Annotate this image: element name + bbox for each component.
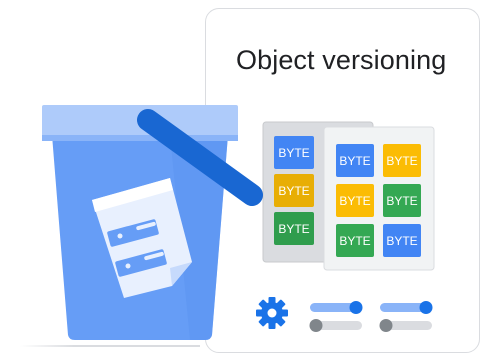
gear-icon [256, 297, 288, 329]
illustration-stage: Object versioning BYTE BYTE BYTE BYTE BY… [0, 0, 488, 359]
byte-tile: BYTE [336, 184, 374, 217]
toggle-switch-icon [309, 301, 433, 332]
byte-tile: BYTE [336, 144, 374, 177]
byte-tile: BYTE [274, 136, 314, 169]
byte-tile-label: BYTE [339, 234, 370, 248]
byte-tile: BYTE [274, 174, 314, 207]
byte-tile: BYTE [383, 224, 421, 257]
byte-tile: BYTE [383, 184, 421, 217]
byte-tile: BYTE [383, 144, 421, 177]
byte-tile-label: BYTE [386, 154, 417, 168]
back-sheet-tiles: BYTE BYTE BYTE [274, 136, 314, 245]
byte-tile-label: BYTE [386, 234, 417, 248]
illustration-artwork: BYTE BYTE BYTE BYTE BYTE BYTE BYTE BYTE … [42, 105, 435, 340]
byte-tile: BYTE [336, 224, 374, 257]
byte-tile-label: BYTE [339, 194, 370, 208]
byte-tile-label: BYTE [386, 194, 417, 208]
byte-tile: BYTE [274, 212, 314, 245]
byte-tile-label: BYTE [278, 222, 309, 236]
byte-tile-label: BYTE [278, 184, 309, 198]
byte-tile-label: BYTE [339, 154, 370, 168]
byte-tile-label: BYTE [278, 146, 309, 160]
